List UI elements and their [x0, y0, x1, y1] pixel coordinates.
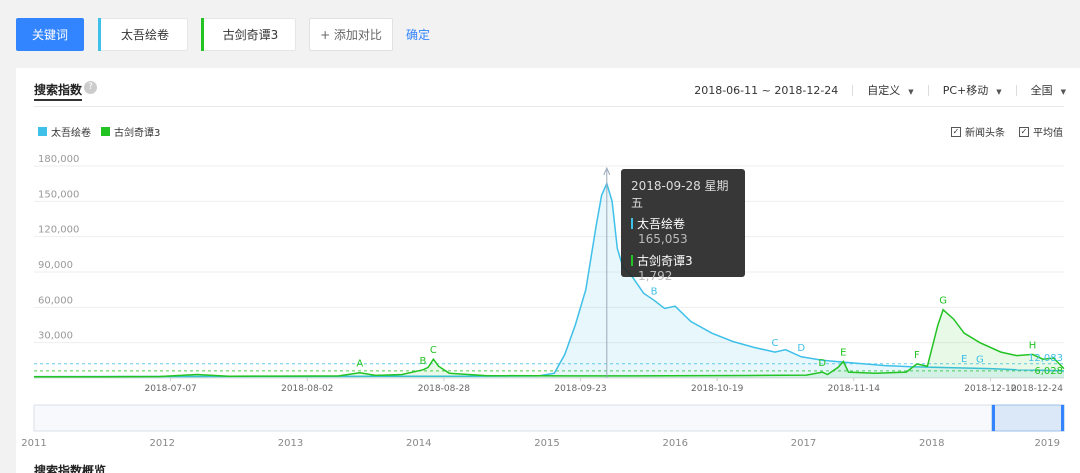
event-marker-label: B — [419, 356, 426, 367]
y-tick-label: 150,000 — [38, 189, 79, 200]
overview-handle-left — [992, 405, 995, 431]
overview-year-label: 2013 — [278, 438, 303, 449]
event-marker-label: G — [939, 296, 947, 307]
x-tick-label: 2018-11-14 — [828, 384, 881, 394]
event-marker-label: A — [356, 359, 363, 370]
event-marker-label: D — [818, 358, 826, 369]
average-value-label: 6,028 — [1034, 366, 1063, 377]
event-marker-label: G — [976, 354, 984, 365]
x-tick-label: 2018-10-19 — [691, 384, 744, 394]
tooltip-series-label: 太吾绘卷 — [637, 217, 686, 231]
x-tick-label: 2018-09-23 — [554, 384, 606, 394]
series-area — [34, 183, 1064, 378]
tooltip-series-value: 1,792 — [638, 269, 673, 283]
chart-tooltip: 2018-09-28 星期五 太吾绘卷 165,053 古剑奇谭3 1,792 — [621, 169, 745, 283]
event-marker-label: C — [771, 338, 778, 349]
event-marker-label: H — [1029, 340, 1037, 351]
tooltip-series-value: 165,053 — [638, 232, 688, 246]
event-marker-label: B — [651, 286, 658, 297]
overview-handle-right — [1061, 405, 1064, 431]
overview-selection-window — [991, 404, 1065, 432]
overview-year-label: 2014 — [406, 438, 431, 449]
overview-strip — [33, 404, 1065, 432]
x-tick-label: 2018-12-24 — [1011, 384, 1064, 394]
overview-year-label: 2016 — [663, 438, 688, 449]
series-line — [33, 181, 1065, 378]
x-tick-label: 2018-07-07 — [144, 384, 196, 394]
event-marker-label: F — [914, 350, 920, 361]
y-tick-label: 180,000 — [38, 154, 79, 165]
overview-year-label: 2012 — [150, 438, 175, 449]
event-marker-label: E — [961, 354, 967, 365]
x-tick-label: 2018-08-28 — [418, 384, 471, 394]
y-tick-label: 120,000 — [38, 225, 79, 236]
y-tick-label: 30,000 — [38, 331, 73, 342]
search-index-chart[interactable]: 180,000 150,000 120,000 90,000 60,000 30,000 2… — [0, 0, 1080, 473]
y-tick-label: 60,000 — [38, 295, 73, 306]
tooltip-row: 古剑奇谭3 — [631, 252, 735, 269]
tooltip-series-label: 古剑奇谭3 — [637, 254, 693, 268]
tooltip-row: 太吾绘卷 — [631, 215, 735, 232]
x-tick-label: 2018-08-02 — [281, 384, 333, 394]
average-value-label: 12,083 — [1028, 353, 1063, 364]
overview-year-label: 2018 — [919, 438, 944, 449]
y-tick-label: 90,000 — [38, 260, 73, 271]
overview-year-label: 2017 — [791, 438, 816, 449]
tooltip-series-marker — [631, 255, 633, 266]
index-overview-title: 搜索指数概览 — [34, 464, 107, 473]
overview-year-label: 2011 — [21, 438, 46, 449]
x-tick-label: 2018-12-10 — [964, 384, 1017, 394]
event-marker-label: C — [430, 345, 437, 356]
tooltip-date: 2018-09-28 星期五 — [631, 179, 729, 210]
event-marker-label: D — [797, 343, 805, 354]
event-marker-label: E — [840, 348, 846, 359]
tooltip-series-marker — [631, 218, 633, 229]
overview-year-label: 2019 — [1035, 438, 1060, 449]
overview-year-label: 2015 — [534, 438, 559, 449]
